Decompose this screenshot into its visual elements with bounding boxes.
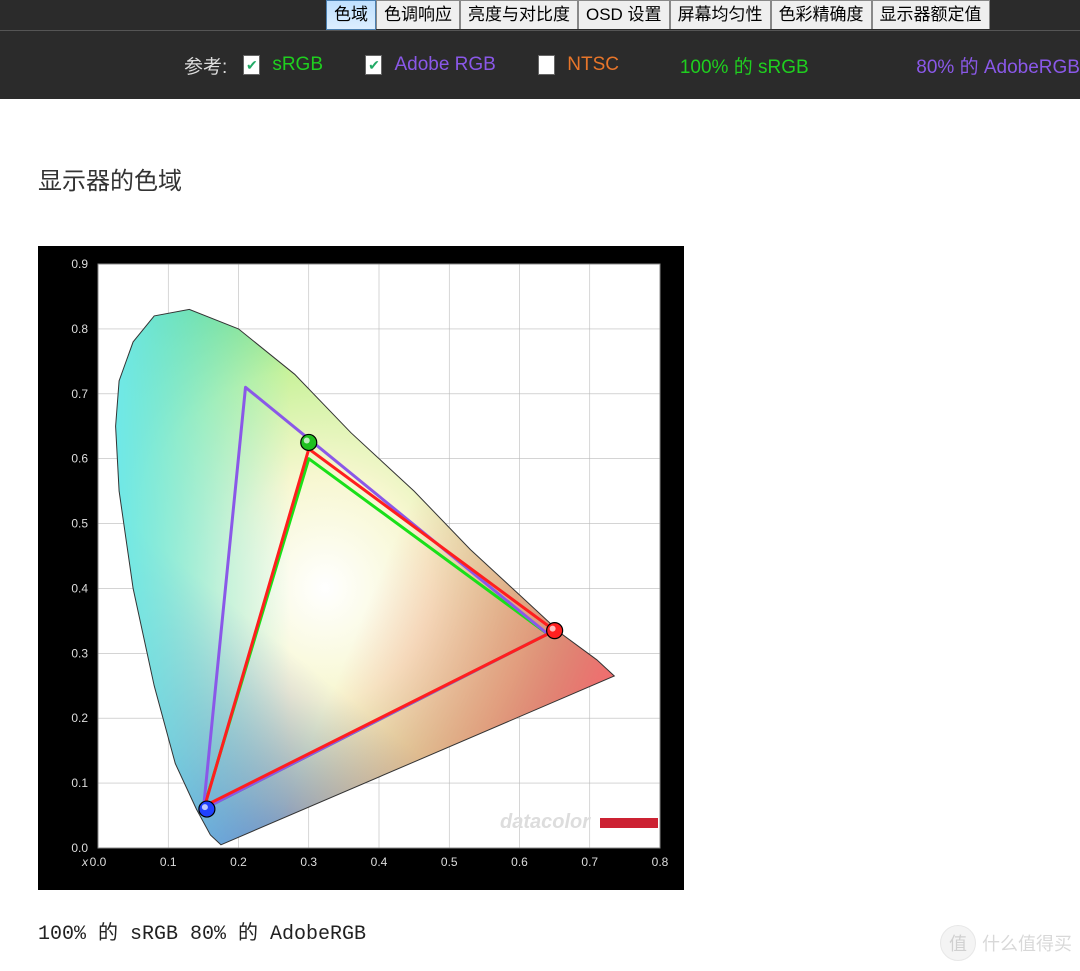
tab-brightness[interactable]: 亮度与对比度 bbox=[460, 0, 578, 29]
svg-text:0.8: 0.8 bbox=[71, 322, 88, 336]
svg-text:0.3: 0.3 bbox=[71, 646, 88, 660]
svg-text:datacolor: datacolor bbox=[500, 811, 591, 833]
chart-svg: 0.0 0.1 0.2 0.3 0.4 0.5 0.6 0.7 0.8 0.0 0.1 0.2 0.3 0… bbox=[38, 246, 684, 890]
svg-text:0.6: 0.6 bbox=[511, 855, 528, 869]
svg-text:0.9: 0.9 bbox=[71, 257, 88, 271]
svg-text:0.4: 0.4 bbox=[71, 581, 88, 595]
svg-text:0.8: 0.8 bbox=[652, 855, 669, 869]
svg-text:0.1: 0.1 bbox=[160, 855, 177, 869]
checkbox-adobergb[interactable]: ✔ bbox=[365, 55, 382, 75]
svg-text:0.0: 0.0 bbox=[71, 841, 88, 855]
tabs-bar: 色域 色调响应 亮度与对比度 OSD 设置 屏幕均匀性 色彩精确度 显示器额定值 bbox=[0, 0, 1080, 30]
gamut-chart: 0.0 0.1 0.2 0.3 0.4 0.5 0.6 0.7 0.8 0.0 0.1 0.2 0.3 0… bbox=[38, 246, 684, 890]
watermark: 值 什么值得买 bbox=[940, 925, 1072, 961]
svg-text:0.4: 0.4 bbox=[371, 855, 388, 869]
svg-text:0.6: 0.6 bbox=[71, 452, 88, 466]
ntsc-label: NTSC bbox=[567, 54, 619, 76]
adobergb-label: Adobe RGB bbox=[394, 54, 495, 76]
svg-text:0.3: 0.3 bbox=[300, 855, 317, 869]
checkbox-srgb[interactable]: ✔ bbox=[243, 55, 260, 75]
page-title: 显示器的色域 bbox=[38, 161, 1080, 196]
result-adobergb: 80% 的 AdobeRGB bbox=[916, 52, 1080, 79]
svg-text:0.7: 0.7 bbox=[71, 387, 88, 401]
svg-text:0.2: 0.2 bbox=[71, 711, 88, 725]
tab-tone[interactable]: 色调响应 bbox=[376, 0, 460, 29]
srgb-label: sRGB bbox=[272, 54, 323, 76]
svg-text:0.5: 0.5 bbox=[441, 855, 458, 869]
svg-text:0.7: 0.7 bbox=[581, 855, 598, 869]
tab-rating[interactable]: 显示器额定值 bbox=[872, 0, 990, 29]
svg-text:0.0: 0.0 bbox=[90, 855, 107, 869]
svg-text:0.2: 0.2 bbox=[230, 855, 247, 869]
watermark-icon: 值 bbox=[940, 925, 976, 961]
checkbox-ntsc[interactable]: ✔ bbox=[538, 55, 555, 75]
caption: 100% 的 sRGB 80% 的 AdobeRGB bbox=[38, 916, 1080, 946]
reference-row: 参考: ✔ sRGB ✔ Adobe RGB ✔ NTSC 100% 的 sRG… bbox=[0, 30, 1080, 99]
tab-osd[interactable]: OSD 设置 bbox=[578, 0, 670, 29]
svg-text:0.1: 0.1 bbox=[71, 776, 88, 790]
tab-uniformity[interactable]: 屏幕均匀性 bbox=[670, 0, 771, 29]
watermark-text: 什么值得买 bbox=[982, 930, 1072, 956]
result-srgb: 100% 的 sRGB bbox=[680, 52, 809, 79]
tab-gamut[interactable]: 色域 bbox=[326, 0, 376, 30]
tab-accuracy[interactable]: 色彩精确度 bbox=[771, 0, 872, 29]
reference-label: 参考: bbox=[184, 52, 227, 79]
svg-text:x: x bbox=[81, 855, 89, 869]
svg-text:0.5: 0.5 bbox=[71, 517, 88, 531]
